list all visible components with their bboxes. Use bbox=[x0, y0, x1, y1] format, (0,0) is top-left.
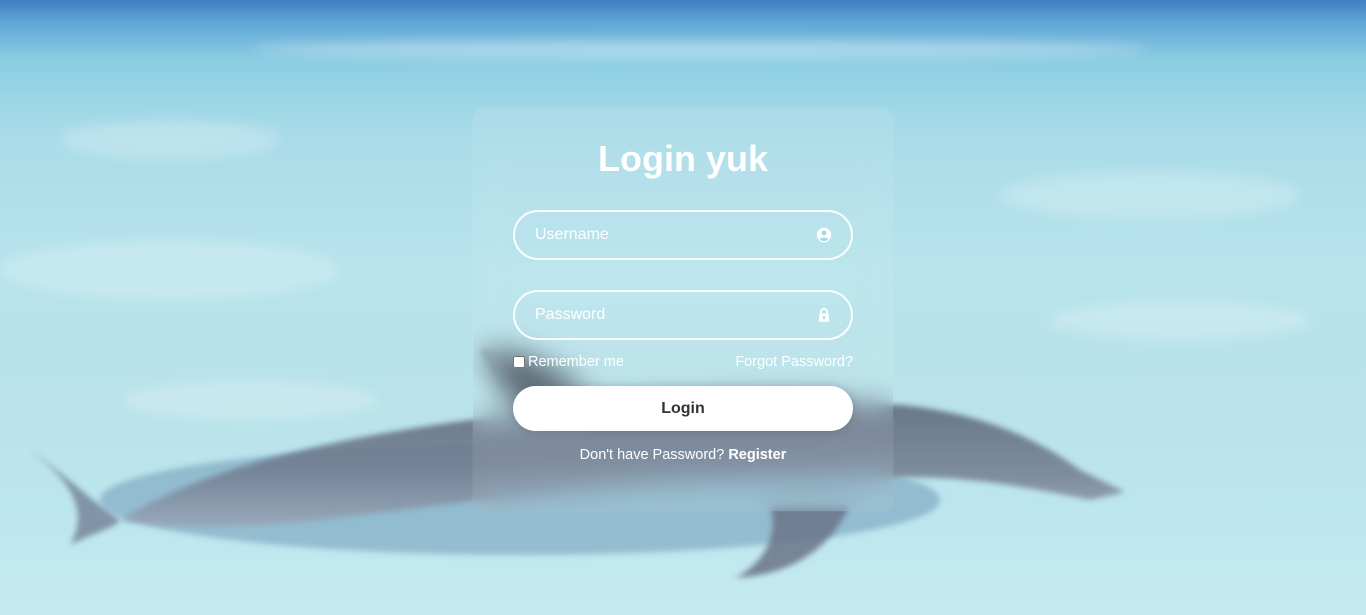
remember-forgot-row: Remember me Forgot Password? bbox=[513, 354, 853, 372]
remember-me-label[interactable]: Remember me bbox=[513, 354, 624, 370]
password-field-group bbox=[513, 290, 853, 340]
username-input[interactable] bbox=[513, 210, 853, 260]
remember-me-checkbox[interactable] bbox=[513, 356, 525, 368]
register-prompt: Don't have Password? Register bbox=[473, 447, 893, 463]
login-button[interactable]: Login bbox=[513, 386, 853, 431]
remember-me-text: Remember me bbox=[528, 354, 624, 370]
username-field-group bbox=[513, 210, 853, 260]
register-link[interactable]: Register bbox=[728, 447, 786, 463]
login-title: Login yuk bbox=[598, 138, 768, 179]
lock-icon bbox=[819, 307, 829, 322]
login-card: Login yuk Remember me Forgot Password? L… bbox=[473, 108, 893, 511]
password-input[interactable] bbox=[513, 290, 853, 340]
forgot-password-link[interactable]: Forgot Password? bbox=[735, 354, 853, 370]
register-prompt-text: Don't have Password? bbox=[579, 447, 725, 463]
user-circle-icon bbox=[816, 227, 832, 243]
